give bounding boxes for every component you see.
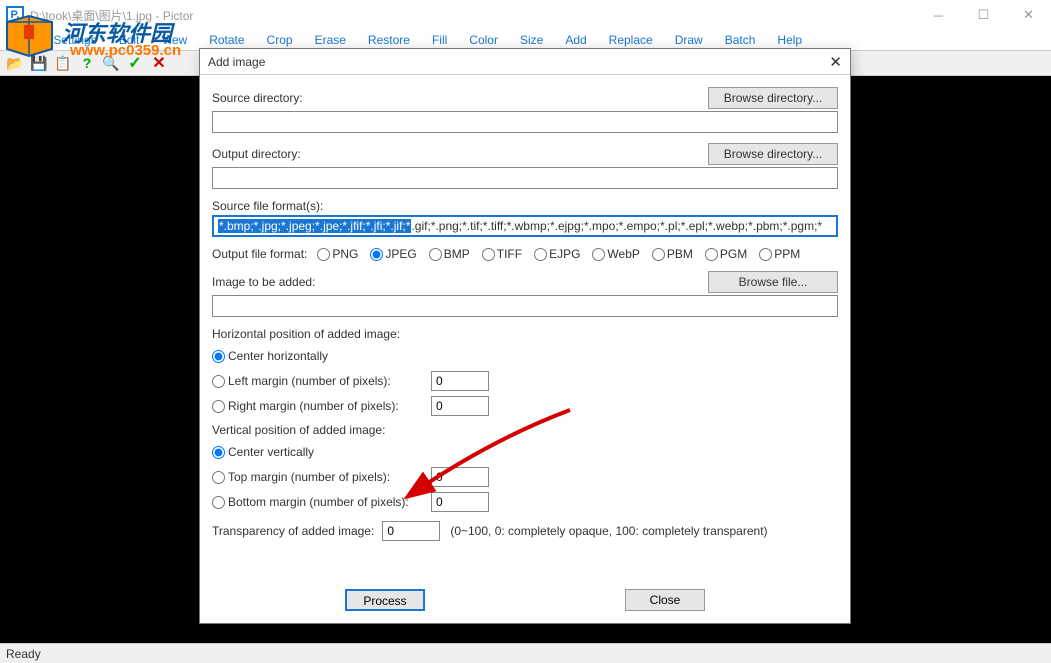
menu-settings[interactable]: Settings (45, 31, 104, 49)
hpos-left-radio[interactable] (212, 375, 225, 388)
formats-input[interactable]: *.bmp;*.jpg;*.jpeg;*.jpe;*.jfif;*.jfi;*.… (212, 215, 838, 237)
app-icon: P. (6, 6, 24, 24)
minimize-button[interactable]: ─ (916, 0, 961, 30)
browse-output-dir-button[interactable]: Browse directory... (708, 143, 838, 165)
save-icon[interactable]: 💾 (28, 52, 50, 74)
output-format-label: Output file format: (212, 247, 307, 261)
transparency-input[interactable] (382, 521, 440, 541)
vpos-bottom-input[interactable] (431, 492, 489, 512)
menu-file[interactable]: File (4, 31, 39, 49)
format-bmp-radio[interactable] (429, 248, 442, 261)
menu-rotate[interactable]: Rotate (201, 31, 252, 49)
help-icon[interactable]: ? (76, 52, 98, 74)
menu-add[interactable]: Add (557, 31, 594, 49)
menu-view[interactable]: View (153, 31, 195, 49)
menu-crop[interactable]: Crop (259, 31, 301, 49)
vpos-top-label[interactable]: Top margin (number of pixels): (228, 470, 423, 484)
vpos-top-radio[interactable] (212, 471, 225, 484)
dialog-close-icon[interactable]: ✕ (829, 53, 842, 71)
status-text: Ready (6, 647, 41, 661)
menu-restore[interactable]: Restore (360, 31, 418, 49)
hpos-center-radio[interactable] (212, 350, 225, 363)
menu-draw[interactable]: Draw (667, 31, 711, 49)
statusbar: Ready (0, 643, 1051, 663)
hpos-left-label[interactable]: Left margin (number of pixels): (228, 374, 423, 388)
formats-label: Source file format(s): (212, 199, 323, 213)
vpos-title: Vertical position of added image: (212, 423, 838, 437)
maximize-button[interactable]: ☐ (961, 0, 1006, 30)
format-ppm-radio[interactable] (759, 248, 772, 261)
transparency-label: Transparency of added image: (212, 524, 374, 538)
menu-batch[interactable]: Batch (717, 31, 764, 49)
vpos-top-input[interactable] (431, 467, 489, 487)
process-button[interactable]: Process (345, 589, 425, 611)
hpos-right-label[interactable]: Right margin (number of pixels): (228, 399, 423, 413)
browse-file-button[interactable]: Browse file... (708, 271, 838, 293)
hpos-right-radio[interactable] (212, 400, 225, 413)
source-dir-label: Source directory: (212, 91, 303, 105)
image-add-input[interactable] (212, 295, 838, 317)
vpos-center-radio[interactable] (212, 446, 225, 459)
source-dir-input[interactable] (212, 111, 838, 133)
hpos-title: Horizontal position of added image: (212, 327, 838, 341)
menu-edit[interactable]: Edit (111, 31, 148, 49)
window-title: D:\took\桌面\图片\1.jpg - Pictor (30, 7, 193, 24)
format-ejpg-radio[interactable] (534, 248, 547, 261)
image-add-label: Image to be added: (212, 275, 315, 289)
vpos-center-label[interactable]: Center vertically (228, 445, 423, 459)
close-button[interactable]: ✕ (1006, 0, 1051, 30)
menu-fill[interactable]: Fill (424, 31, 455, 49)
hpos-center-label[interactable]: Center horizontally (228, 349, 423, 363)
output-dir-label: Output directory: (212, 147, 301, 161)
zoom-icon[interactable]: 🔍 (100, 52, 122, 74)
open-icon[interactable]: 📂 (4, 52, 26, 74)
menu-size[interactable]: Size (512, 31, 551, 49)
hpos-left-input[interactable] (431, 371, 489, 391)
cancel-icon[interactable]: ✕ (148, 52, 170, 74)
format-webp-radio[interactable] (592, 248, 605, 261)
format-pbm-radio[interactable] (652, 248, 665, 261)
format-png-radio[interactable] (317, 248, 330, 261)
close-button-dialog[interactable]: Close (625, 589, 705, 611)
hpos-right-input[interactable] (431, 396, 489, 416)
menu-erase[interactable]: Erase (307, 31, 354, 49)
transparency-hint: (0~100, 0: completely opaque, 100: compl… (450, 524, 767, 538)
copy-icon[interactable]: 📋 (52, 52, 74, 74)
formats-selected: *.bmp;*.jpg;*.jpeg;*.jpe;*.jfif;*.jfi;*.… (218, 219, 411, 233)
menu-replace[interactable]: Replace (601, 31, 661, 49)
format-pgm-radio[interactable] (705, 248, 718, 261)
menubar: File Settings Edit View Rotate Crop Eras… (0, 30, 1051, 50)
titlebar: P. D:\took\桌面\图片\1.jpg - Pictor ─ ☐ ✕ (0, 0, 1051, 30)
add-image-dialog: Add image ✕ Source directory: Browse dir… (199, 48, 851, 624)
vpos-bottom-label[interactable]: Bottom margin (number of pixels): (228, 495, 423, 509)
dialog-titlebar: Add image ✕ (200, 49, 850, 75)
menu-help[interactable]: Help (769, 31, 810, 49)
format-jpeg-radio[interactable] (370, 248, 383, 261)
dialog-title-text: Add image (208, 55, 265, 69)
format-tiff-radio[interactable] (482, 248, 495, 261)
menu-color[interactable]: Color (461, 31, 506, 49)
vpos-bottom-radio[interactable] (212, 496, 225, 509)
output-dir-input[interactable] (212, 167, 838, 189)
browse-source-dir-button[interactable]: Browse directory... (708, 87, 838, 109)
formats-rest: .gif;*.png;*.tif;*.tiff;*.wbmp;*.ejpg;*.… (411, 219, 822, 233)
accept-icon[interactable]: ✓ (124, 52, 146, 74)
